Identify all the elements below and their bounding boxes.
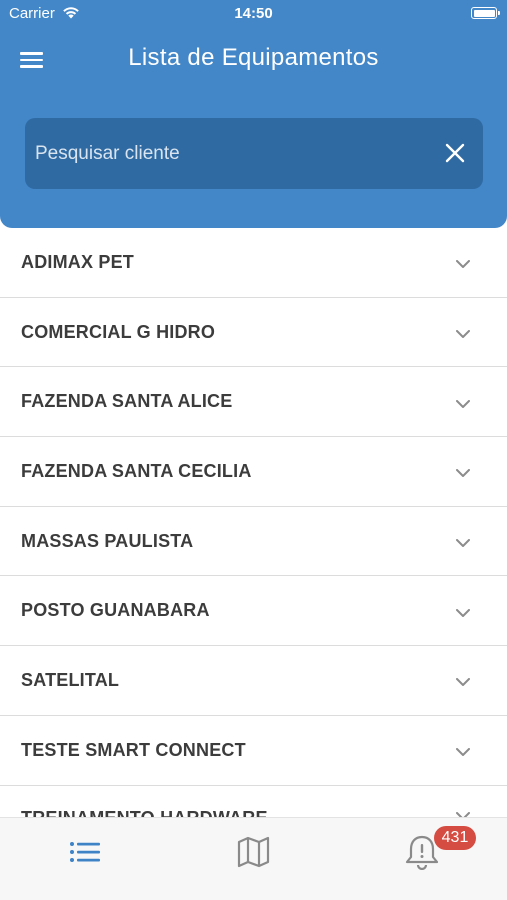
chevron-down-icon[interactable] [456, 744, 470, 762]
chevron-down-icon[interactable] [456, 605, 470, 623]
tab-map[interactable] [234, 834, 274, 870]
chevron-down-icon[interactable] [456, 396, 470, 414]
chevron-down-icon[interactable] [456, 256, 470, 274]
list-icon [70, 842, 100, 862]
chevron-down-icon[interactable] [456, 674, 470, 692]
battery-icon [471, 7, 500, 19]
notification-badge: 431 [434, 826, 476, 850]
client-name: COMERCIAL G HIDRO [21, 321, 216, 342]
close-icon[interactable] [443, 141, 467, 165]
client-name: MASSAS PAULISTA [21, 530, 194, 551]
client-name: ADIMAX PET [21, 251, 135, 272]
list-item[interactable]: MASSAS PAULISTA [0, 507, 507, 577]
list-item[interactable]: ADIMAX PET [0, 228, 507, 298]
status-bar: Carrier 14:50 [0, 0, 507, 30]
list-item[interactable]: FAZENDA SANTA ALICE [0, 367, 507, 438]
list-item[interactable]: TESTE SMART CONNECT [0, 716, 507, 786]
chevron-down-icon[interactable] [456, 326, 470, 344]
list-item[interactable]: COMERCIAL G HIDRO [0, 298, 507, 368]
client-name: FAZENDA SANTA CECILIA [21, 460, 252, 481]
client-name: SATELITAL [21, 669, 120, 690]
client-name: TESTE SMART CONNECT [21, 739, 246, 760]
list-item[interactable]: FAZENDA SANTA CECILIA [0, 437, 507, 507]
client-name: POSTO GUANABARA [21, 600, 210, 621]
search-input[interactable] [35, 118, 425, 189]
chevron-down-icon[interactable] [456, 465, 470, 483]
list-item[interactable]: SATELITAL [0, 646, 507, 716]
search-bar [25, 118, 483, 189]
chevron-down-icon[interactable] [456, 535, 470, 553]
status-time: 14:50 [234, 5, 273, 22]
client-name: FAZENDA SANTA ALICE [21, 391, 233, 412]
tab-list[interactable] [66, 834, 106, 870]
app-header: Lista de Equipamentos [0, 30, 507, 228]
client-list: ADIMAX PET COMERCIAL G HIDRO FAZENDA SAN… [0, 228, 507, 828]
map-icon [237, 836, 270, 868]
page-title: Lista de Equipamentos [128, 44, 379, 71]
list-item[interactable]: POSTO GUANABARA [0, 576, 507, 647]
tab-bar [0, 817, 507, 900]
